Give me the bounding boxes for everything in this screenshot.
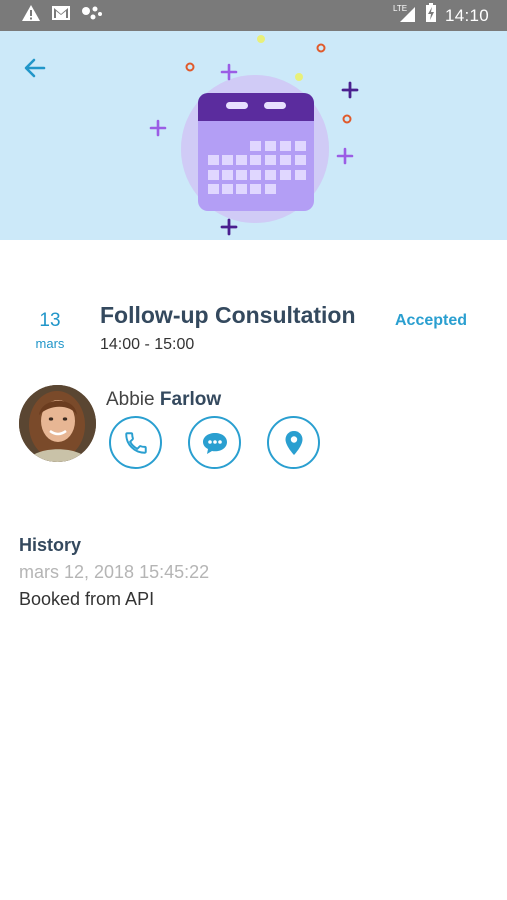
arrow-left-icon	[24, 58, 46, 78]
signal-icon: LTE	[393, 3, 417, 28]
history-entry-description: Booked from API	[19, 589, 155, 609]
assistant-dots-icon	[81, 5, 103, 26]
header-banner	[0, 31, 507, 240]
chat-icon	[202, 432, 227, 454]
history-entry-date: mars 12, 2018 15:45:22	[19, 562, 210, 582]
appointment-title: Follow-up Consultation	[100, 302, 356, 328]
contact-name: Abbie Farlow	[106, 389, 221, 411]
svg-text:LTE: LTE	[393, 4, 407, 13]
contact-last-name: Farlow	[159, 389, 222, 410]
appointment-month: mars	[35, 336, 65, 351]
contact-first-name: Abbie	[106, 389, 155, 410]
appointment-day: 13	[39, 310, 61, 331]
appointment-time: 14:00 - 15:00	[100, 336, 195, 353]
status-badge: Accepted	[395, 312, 468, 329]
status-bar: LTE 14:10	[0, 0, 507, 31]
message-button[interactable]	[188, 416, 241, 469]
status-time: 14:10	[444, 5, 489, 25]
phone-icon	[124, 431, 147, 454]
appointment-summary: 13 mars Follow-up Consultation 14:00 - 1…	[0, 296, 507, 366]
location-button[interactable]	[267, 416, 320, 469]
location-pin-icon	[285, 430, 302, 455]
battery-charging-icon	[425, 3, 437, 28]
alert-icon	[21, 4, 41, 27]
avatar	[19, 385, 96, 462]
back-button[interactable]	[20, 53, 50, 83]
history-title: History	[19, 535, 82, 555]
call-button[interactable]	[109, 416, 162, 469]
gmail-icon	[51, 5, 71, 26]
calendar-illustration	[149, 35, 359, 236]
